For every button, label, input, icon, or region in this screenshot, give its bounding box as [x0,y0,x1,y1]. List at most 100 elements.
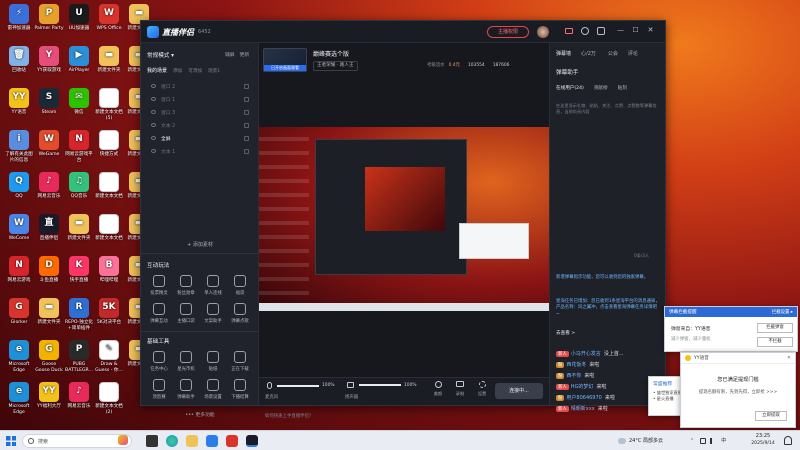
desktop-icon[interactable]: i 了解有关此图片的信息 [4,130,34,163]
screen-button[interactable]: 辅屏 [225,51,235,58]
desktop-icon[interactable]: ▬ 新建文件夹 [94,46,124,74]
speaker-volume-slider[interactable] [359,384,401,386]
eye-icon[interactable] [151,136,156,140]
desktop-icon[interactable]: YY YY福利大厅 [34,382,64,410]
chat-message[interactable]: 粉西花饭冬 来啦 [556,361,599,368]
tab-online-users[interactable]: 在线用户(24) [556,85,584,91]
tool-button[interactable]: 星光币机 [174,351,198,372]
close-button[interactable]: ✕ [643,26,658,34]
notice-view-link[interactable]: 去查看 > [556,330,575,336]
taskview-icon[interactable] [146,435,158,447]
lock-icon[interactable] [244,110,249,115]
chat-username[interactable]: 小马开心发言 [571,351,601,357]
tool-button[interactable]: 单人连线 [201,275,225,296]
tab-stickers[interactable]: 贴刻 [618,85,627,91]
store-icon[interactable] [206,435,218,447]
tab-scene-1[interactable]: 场景1 [208,68,220,74]
wps-icon[interactable] [226,435,238,447]
tool-button[interactable]: 主播口袋 [174,303,198,324]
desktop-icon[interactable]: D 斗鱼直播 [34,256,64,284]
chat-message[interactable]: 新人 HG的梦幻 来啦 [556,383,606,390]
tab-danmaku-wall[interactable]: 弹幕墙 [556,50,571,57]
desktop-icon[interactable]: 新建文本文档 (5) [94,88,124,121]
desktop-icon[interactable]: ▬ 新建文件夹 [34,298,64,326]
tab-guild[interactable]: 公会 [608,50,618,57]
update-button[interactable]: 更新 [240,51,250,58]
tab-contribution[interactable]: 贡献榜 [594,85,608,91]
weather-text[interactable]: 24°C 局部多云 [629,437,663,444]
chat-message[interactable]: 粉西不你 来啦 [556,372,594,379]
desktop-icon[interactable]: ✉ 微信 [64,88,94,116]
tool-button[interactable]: 文案助手 [201,303,225,324]
mode-selector[interactable]: 常规模式 ▾ [147,51,174,59]
chat-message[interactable]: 粉用户80646970 来啦 [556,394,615,401]
desktop-icon[interactable]: S Steam [34,88,64,116]
microphone-icon[interactable] [267,382,272,389]
chat-username[interactable]: HG的梦幻 [571,384,594,390]
chat-username[interactable]: 用户80646970 [566,395,601,401]
copilot-icon[interactable] [118,435,128,445]
tab-my-scenes[interactable]: 我的场景 [147,67,167,74]
tool-button[interactable]: 任务中心 [147,351,171,372]
tool-button[interactable]: 弹幕助手 [174,379,198,400]
speaker-icon[interactable] [347,382,354,388]
volume-icon[interactable] [710,437,716,444]
maximize-button[interactable]: ☐ [628,26,643,34]
headset-icon[interactable] [581,27,589,35]
chat-username[interactable]: 西不你 [566,373,581,379]
desktop-icon[interactable]: G Glorker [4,298,34,326]
help-link[interactable]: 如何快速上手直播伴侣? [265,413,311,419]
lock-icon[interactable] [244,149,249,154]
windows-start-icon[interactable] [6,436,16,446]
desktop-icon[interactable]: ▬ 新建文件夹 [64,214,94,242]
desktop-icon[interactable]: B 哔哩哔哩 [94,256,124,284]
desktop-icon[interactable]: 新建文本文档 (2) [94,382,124,415]
desktop-icon[interactable]: ♫ QQ音乐 [64,172,94,200]
desktop-icon[interactable]: P PUBG BATTLEGR... [64,340,94,373]
desktop-icon[interactable]: W WPS Office [94,4,124,32]
desktop-icon[interactable]: 5K 5K对决平台 [94,298,124,326]
desktop-icon[interactable]: G Goose Goose Duck [34,340,64,373]
intercept-button[interactable]: 拦截弹窗 [757,323,793,333]
source-item[interactable]: 窗口 2 [145,80,255,93]
desktop-icon[interactable]: ♪ 网易云音乐 [34,172,64,200]
intercept-settings-link[interactable]: 拦截设置 ▸ [772,309,793,315]
tool-button[interactable]: 顶直赛 [147,379,171,400]
chat-message[interactable]: 新人 晴朝新xxx 来啦 [556,405,608,412]
more-tools-button[interactable]: ••• 更多功能 [141,411,259,418]
avatar[interactable] [537,26,549,38]
tool-button[interactable]: 场景设置 [201,379,225,400]
lock-icon[interactable] [244,84,249,89]
mic-volume-slider[interactable] [277,384,319,387]
tab-add[interactable]: 添加 [173,68,182,74]
network-icon[interactable] [700,437,707,444]
stream-title[interactable]: 巅峰赛选个版 [313,49,349,58]
yy-cta-button[interactable]: 立即提取 [755,411,787,421]
desktop-icon[interactable]: R REPO-独立化+简单插件 [64,298,94,331]
source-item[interactable]: 文本 1 [145,145,255,158]
connect-button[interactable]: 连接中... [495,383,543,399]
desktop-icon[interactable]: W WeCome [4,214,34,242]
no-intercept-button[interactable]: 不拦截 [757,337,793,347]
clock[interactable]: 23:25 2025/9/14 [748,433,778,446]
tab-hearts[interactable]: 心/2万 [581,50,596,57]
tray-arrow-icon[interactable]: ⌃ [690,438,694,444]
desktop-icon[interactable]: W WeGame [34,130,64,158]
lock-icon[interactable] [244,97,249,102]
tool-button[interactable]: 投票精灵 [147,275,171,296]
file-explorer-icon[interactable] [186,435,198,447]
tab-addable[interactable]: 可添加 [188,68,202,74]
notification-bell-icon[interactable] [784,436,792,445]
eye-icon[interactable] [151,84,156,88]
settings-button[interactable]: 设置 [475,381,489,397]
desktop-icon[interactable]: N 网易云游戏 [4,256,34,284]
ime-indicator[interactable]: 中 [721,437,726,444]
desktop-icon[interactable]: P Palmer Party [34,4,64,32]
tab-comments[interactable]: 评论 [628,50,638,57]
eye-icon[interactable] [151,97,156,101]
eye-icon[interactable] [151,110,156,114]
source-item[interactable]: 文本 2 [145,119,255,132]
eye-icon[interactable] [151,123,156,127]
desktop-icon[interactable]: ⚡ 雷神加速器 [4,4,34,32]
chat-username[interactable]: 晴朝新xxx [571,406,595,412]
